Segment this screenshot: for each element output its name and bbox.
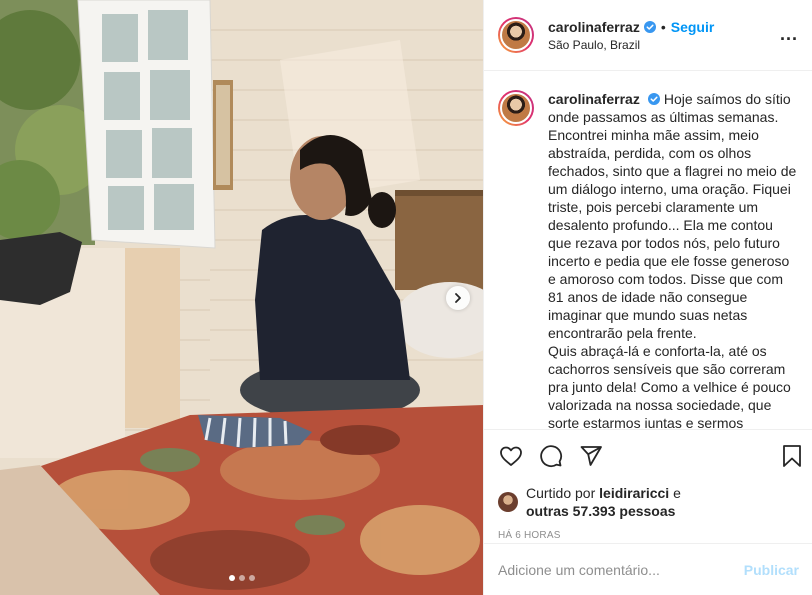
liked-by-username[interactable]: leidiraricci [599, 485, 669, 501]
post-header: carolinaferraz • Seguir São Paulo, Brazi… [484, 0, 812, 71]
post-photo[interactable] [0, 0, 483, 595]
caption-body: Hoje saímos do sítio onde passamos as úl… [548, 91, 797, 428]
photo-illustration [0, 0, 483, 595]
post-details-panel: carolinaferraz • Seguir São Paulo, Brazi… [483, 0, 812, 595]
caption-author-avatar[interactable] [498, 90, 534, 126]
share-button[interactable] [578, 443, 604, 469]
caption-text-block: carolinaferraz Hoje saímos do sítio onde … [548, 90, 798, 428]
verified-badge-icon [647, 93, 660, 105]
carousel-dot [238, 575, 245, 581]
comment-icon [540, 445, 563, 468]
likes-count-link[interactable]: outras 57.393 pessoas [526, 503, 675, 519]
carousel-dot [228, 575, 235, 581]
action-bar [484, 430, 812, 482]
likes-prefix: Curtido por [526, 485, 600, 501]
author-username[interactable]: carolinaferraz [548, 19, 640, 35]
chevron-right-icon [455, 293, 461, 303]
post-actions-section: Curtido por leidiraricci e outras 57.393… [484, 429, 812, 541]
publish-button[interactable]: Publicar [744, 562, 799, 578]
comment-bar: Publicar [484, 543, 812, 595]
author-avatar[interactable] [498, 17, 534, 53]
post-location[interactable]: São Paulo, Brazil [548, 38, 714, 52]
save-button[interactable] [779, 443, 805, 469]
carousel-next-button[interactable] [446, 286, 470, 310]
caption-username[interactable]: carolinaferraz [548, 91, 640, 107]
header-separator: • [660, 18, 666, 35]
bookmark-icon [783, 445, 801, 467]
comment-input[interactable] [498, 561, 744, 578]
share-icon [580, 446, 602, 466]
heart-icon [500, 446, 522, 466]
comment-button[interactable] [538, 443, 564, 469]
liker-avatar[interactable] [498, 492, 518, 512]
post-timestamp[interactable]: HÁ 6 HORAS [484, 530, 812, 541]
likes-summary: Curtido por leidiraricci e outras 57.393… [484, 482, 812, 522]
carousel-dot [248, 575, 255, 581]
caption-scroll-area[interactable]: carolinaferraz Hoje saímos do sítio onde … [484, 72, 812, 428]
like-button[interactable] [498, 443, 524, 469]
carousel-indicator [0, 575, 483, 581]
follow-button[interactable]: Seguir [671, 19, 715, 35]
post-caption: carolinaferraz Hoje saímos do sítio onde … [498, 90, 799, 428]
likes-conjunction: e [669, 485, 681, 501]
more-options-button[interactable]: ... [780, 25, 798, 43]
verified-badge-icon [643, 20, 656, 33]
